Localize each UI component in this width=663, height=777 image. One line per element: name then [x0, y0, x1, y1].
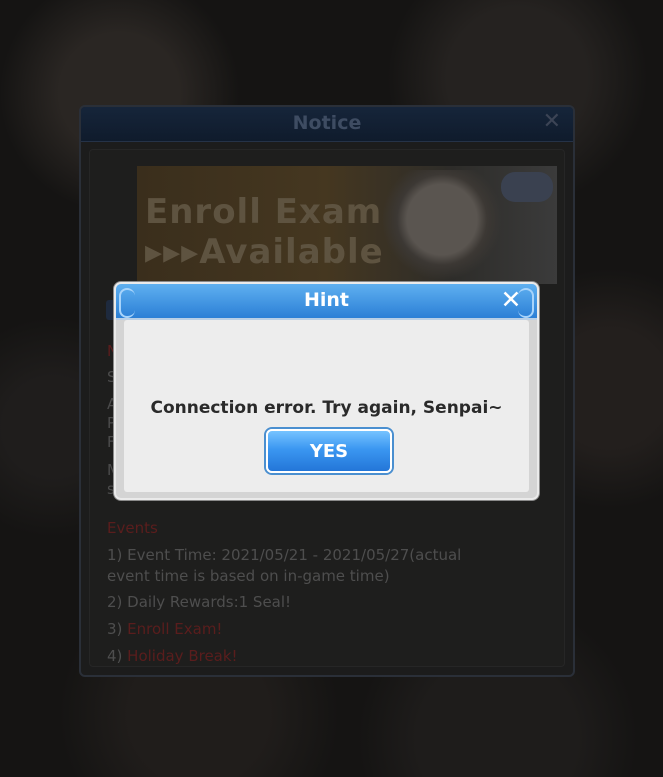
yes-button[interactable]: YES	[266, 429, 392, 473]
hint-dialog: Hint ✕ Connection error. Try again, Senp…	[114, 282, 539, 500]
hint-message: Connection error. Try again, Senpai~	[150, 398, 503, 418]
hint-title: Hint	[303, 289, 350, 311]
hint-header: Hint ✕	[116, 284, 537, 320]
close-icon[interactable]: ✕	[499, 286, 523, 314]
